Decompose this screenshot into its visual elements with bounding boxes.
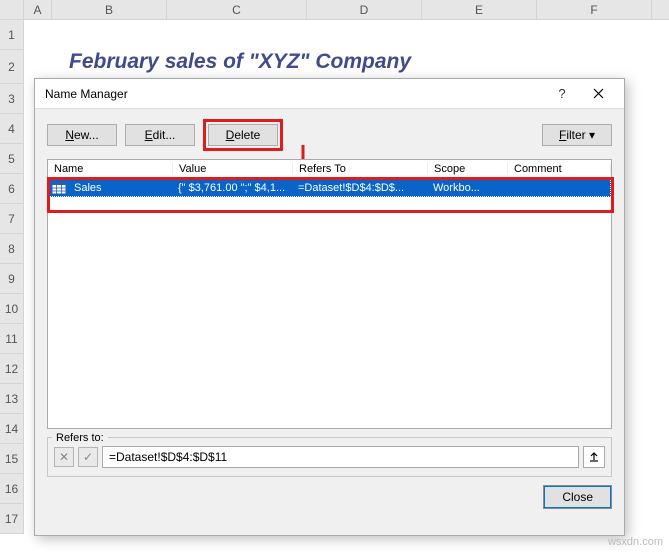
refers-to-group: Refers to: ✕ ✓ xyxy=(47,437,612,477)
row-header[interactable]: 12 xyxy=(0,354,24,384)
cell-refers: =Dataset!$D$4:$D$... xyxy=(294,182,429,194)
dialog-toolbar: New... Edit... Delete Filter ▾ xyxy=(35,109,624,159)
row-header[interactable]: 4 xyxy=(0,114,24,144)
row-header[interactable]: 2 xyxy=(0,50,24,84)
cancel-edit-icon[interactable]: ✕ xyxy=(54,447,74,467)
chevron-down-icon: ▾ xyxy=(589,128,595,142)
list-header[interactable]: Name Value Refers To Scope Comment xyxy=(47,159,612,179)
row-header[interactable]: 16 xyxy=(0,474,24,504)
delete-highlight: Delete xyxy=(203,119,283,151)
cell-name: Sales xyxy=(70,182,174,194)
watermark: wsxdn.com xyxy=(608,536,663,548)
column-header[interactable]: B xyxy=(52,0,167,19)
cell-scope: Workbo... xyxy=(429,182,509,194)
column-header[interactable]: F xyxy=(537,0,652,19)
column-headers: ABCDEF xyxy=(0,0,669,20)
cell-value: {" $3,761.00 ";" $4,1... xyxy=(174,182,294,194)
new-button[interactable]: New... xyxy=(47,124,117,146)
row-header[interactable]: 14 xyxy=(0,414,24,444)
table-row[interactable]: Sales {" $3,761.00 ";" $4,1... =Dataset!… xyxy=(48,179,611,197)
close-icon[interactable] xyxy=(580,80,616,108)
row-header[interactable]: 5 xyxy=(0,144,24,174)
list-body[interactable]: Sales {" $3,761.00 ";" $4,1... =Dataset!… xyxy=(47,179,612,429)
row-header[interactable]: 1 xyxy=(0,20,24,50)
dialog-footer: Close xyxy=(35,485,624,519)
row-headers: 1234567891011121314151617 xyxy=(0,20,24,534)
help-button[interactable]: ? xyxy=(544,80,580,108)
col-scope[interactable]: Scope xyxy=(428,163,508,175)
column-header[interactable]: D xyxy=(307,0,422,19)
col-value[interactable]: Value xyxy=(173,163,293,175)
dialog-titlebar[interactable]: Name Manager ? xyxy=(35,79,624,109)
col-refers[interactable]: Refers To xyxy=(293,163,428,175)
delete-button[interactable]: Delete xyxy=(208,124,278,146)
name-manager-dialog: Name Manager ? New... Edit... Delete Fil… xyxy=(34,78,625,536)
row-header[interactable]: 8 xyxy=(0,234,24,264)
row-header[interactable]: 7 xyxy=(0,204,24,234)
refers-to-label: Refers to: xyxy=(52,432,108,444)
col-name[interactable]: Name xyxy=(48,163,173,175)
filter-button[interactable]: Filter ▾ xyxy=(542,124,612,146)
row-header[interactable]: 10 xyxy=(0,294,24,324)
column-header[interactable]: C xyxy=(167,0,307,19)
select-all-corner[interactable] xyxy=(0,0,24,19)
col-comment[interactable]: Comment xyxy=(508,163,611,175)
row-header[interactable]: 3 xyxy=(0,84,24,114)
column-header[interactable]: E xyxy=(422,0,537,19)
close-button[interactable]: Close xyxy=(543,485,612,509)
row-header[interactable]: 13 xyxy=(0,384,24,414)
row-header[interactable]: 6 xyxy=(0,174,24,204)
collapse-dialog-icon[interactable] xyxy=(583,446,605,468)
dialog-title: Name Manager xyxy=(45,87,544,101)
row-header[interactable]: 11 xyxy=(0,324,24,354)
column-header[interactable]: A xyxy=(24,0,52,19)
names-list: Name Value Refers To Scope Comment Sales… xyxy=(47,159,612,429)
row-header[interactable]: 9 xyxy=(0,264,24,294)
refers-to-input[interactable] xyxy=(102,446,579,468)
row-header[interactable]: 15 xyxy=(0,444,24,474)
sheet-title: February sales of "XYZ" Company xyxy=(69,50,411,74)
confirm-edit-icon[interactable]: ✓ xyxy=(78,447,98,467)
row-header[interactable]: 17 xyxy=(0,504,24,534)
table-icon xyxy=(51,181,67,195)
edit-button[interactable]: Edit... xyxy=(125,124,195,146)
